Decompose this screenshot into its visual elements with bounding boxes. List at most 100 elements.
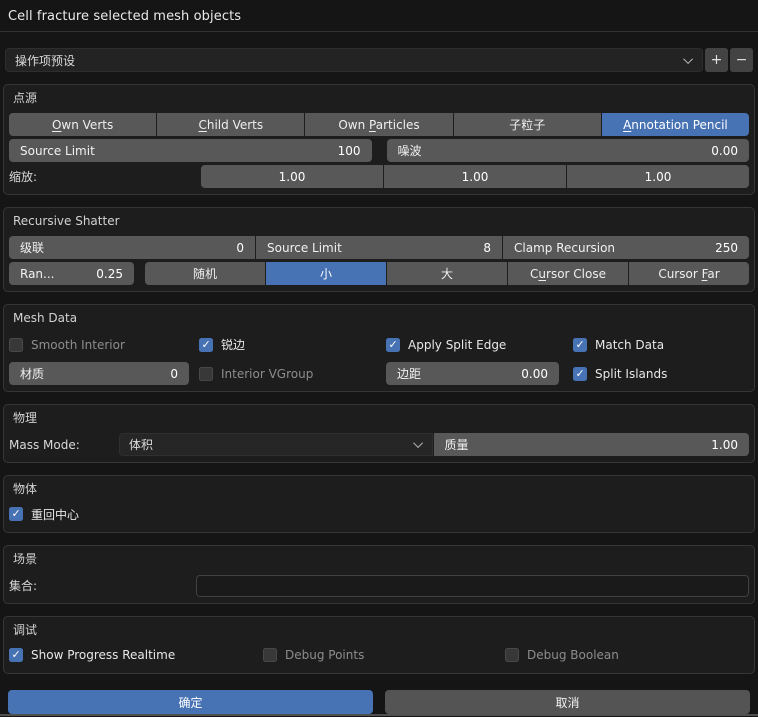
slider-label: Source Limit: [267, 241, 342, 255]
section-title-debug: 调试: [13, 622, 749, 638]
slider-value: 250: [715, 241, 738, 255]
checkbox-box: [573, 367, 587, 381]
slider-label: 材质: [20, 365, 44, 382]
slider-label: Ran...: [20, 267, 54, 281]
scale-z-field[interactable]: 1.00: [567, 165, 749, 188]
material-slider[interactable]: 材质 0: [9, 362, 189, 385]
slider-value: 100: [338, 144, 361, 158]
toggle-random[interactable]: 随机: [145, 262, 265, 285]
collection-input[interactable]: [196, 575, 749, 597]
section-scene: 场景 集合:: [3, 545, 755, 604]
checkbox-box: [263, 648, 277, 662]
checkbox-box: [199, 367, 213, 381]
section-title-physics: 物理: [13, 410, 749, 426]
cancel-button-label: 取消: [555, 694, 579, 711]
header-divider: [0, 31, 758, 32]
checkbox-box: [386, 338, 400, 352]
source-limit-slider[interactable]: Source Limit 100: [9, 139, 372, 162]
recenter-checkbox[interactable]: 重回中心: [9, 504, 79, 524]
window-bottom-edge: [0, 714, 758, 716]
section-object: 物体 重回中心: [3, 475, 755, 533]
clamp-recursion-slider[interactable]: Clamp Recursion 250: [503, 236, 749, 259]
checkbox-label: Show Progress Realtime: [31, 648, 175, 662]
scale-y-field[interactable]: 1.00: [384, 165, 566, 188]
recursion-source-limit-slider[interactable]: Source Limit 8: [256, 236, 502, 259]
debug-boolean-checkbox[interactable]: Debug Boolean: [505, 645, 619, 665]
operator-presets-dropdown[interactable]: 操作项预设: [5, 48, 703, 72]
toggle-annotation-pencil[interactable]: Annotation Pencil: [602, 113, 749, 136]
toggle-big[interactable]: 大: [387, 262, 507, 285]
toggle-cursor-close[interactable]: Cursor Close: [508, 262, 628, 285]
slider-label: 质量: [445, 436, 469, 453]
toggle-own-verts[interactable]: Own Verts: [9, 113, 156, 136]
section-title-point-source: 点源: [13, 90, 749, 106]
random-factor-slider[interactable]: Ran... 0.25: [9, 262, 134, 285]
checkbox-box: [199, 338, 213, 352]
checkbox-label: Smooth Interior: [31, 338, 125, 352]
toggle-label: Cursor Far: [658, 267, 719, 281]
section-title-mesh-data: Mesh Data: [13, 310, 749, 326]
sharp-edges-checkbox[interactable]: 锐边: [199, 333, 245, 356]
operator-presets-value: 操作项预设: [15, 52, 75, 69]
checkbox-box: [505, 648, 519, 662]
chevron-down-icon: [683, 54, 693, 64]
match-data-checkbox[interactable]: Match Data: [573, 333, 664, 356]
section-debug: 调试 Show Progress Realtime Debug Points D…: [3, 616, 755, 674]
section-title-scene: 场景: [13, 551, 749, 567]
noise-slider[interactable]: 噪波 0.00: [387, 139, 750, 162]
section-title-recursive-shatter: Recursive Shatter: [13, 213, 749, 229]
checkbox-box: [9, 338, 23, 352]
slider-label: Clamp Recursion: [514, 241, 615, 255]
checkbox-label: 锐边: [221, 336, 245, 353]
checkbox-label: Match Data: [595, 338, 664, 352]
checkbox-label: Interior VGroup: [221, 367, 313, 381]
toggle-small[interactable]: 小: [266, 262, 386, 285]
mass-mode-dropdown[interactable]: 体积: [119, 433, 433, 456]
cascade-slider[interactable]: 级联 0: [9, 236, 255, 259]
scale-x-field[interactable]: 1.00: [201, 165, 383, 188]
slider-value: 8: [483, 241, 491, 255]
slider-label: 噪波: [398, 142, 422, 159]
toggle-label: 小: [320, 265, 332, 282]
checkbox-label: Debug Boolean: [527, 648, 619, 662]
cancel-button[interactable]: 取消: [385, 690, 750, 714]
toggle-label: Cursor Close: [530, 267, 606, 281]
margin-slider[interactable]: 边距 0.00: [386, 362, 559, 385]
slider-value: 1.00: [711, 438, 738, 452]
recursion-fields: 级联 0 Source Limit 8 Clamp Recursion 250: [9, 236, 749, 259]
apply-split-edge-checkbox[interactable]: Apply Split Edge: [386, 333, 506, 356]
checkbox-box: [9, 507, 23, 521]
slider-value: 0: [170, 367, 178, 381]
slider-label: 边距: [397, 365, 421, 382]
slider-value: 0.00: [711, 144, 738, 158]
split-islands-checkbox[interactable]: Split Islands: [573, 362, 667, 385]
toggle-label: Own Verts: [52, 118, 113, 132]
add-preset-button[interactable]: +: [705, 48, 728, 72]
remove-preset-button[interactable]: −: [730, 48, 753, 72]
toggle-label: Own Particles: [338, 118, 419, 132]
debug-points-checkbox[interactable]: Debug Points: [263, 645, 364, 665]
checkbox-label: Apply Split Edge: [408, 338, 506, 352]
mass-slider[interactable]: 质量 1.00: [434, 433, 750, 456]
footer: 确定 取消: [8, 690, 750, 714]
interior-vgroup-checkbox[interactable]: Interior VGroup: [199, 362, 313, 385]
smooth-interior-checkbox[interactable]: Smooth Interior: [9, 333, 125, 356]
toggle-child-verts[interactable]: Child Verts: [157, 113, 304, 136]
toggle-child-particles[interactable]: 子粒子: [454, 113, 601, 136]
show-progress-realtime-checkbox[interactable]: Show Progress Realtime: [9, 645, 175, 665]
toggle-own-particles[interactable]: Own Particles: [305, 113, 452, 136]
toggle-cursor-far[interactable]: Cursor Far: [629, 262, 749, 285]
slider-value: 0.25: [96, 267, 123, 281]
checkbox-label: Debug Points: [285, 648, 364, 662]
chevron-down-icon: [413, 438, 423, 448]
checkbox-box: [573, 338, 587, 352]
toggle-label: 大: [441, 265, 453, 282]
toggle-label: Child Verts: [198, 118, 263, 132]
section-recursive-shatter: Recursive Shatter 级联 0 Source Limit 8 Cl…: [3, 207, 755, 292]
scale-fields: 1.00 1.00 1.00: [201, 165, 749, 188]
scale-label: 缩放:: [9, 165, 201, 188]
slider-value: 0.00: [521, 367, 548, 381]
recursion-source-group: 随机 小 大 Cursor Close Cursor Far: [145, 262, 749, 285]
ok-button[interactable]: 确定: [8, 690, 373, 714]
section-point-source: 点源 Own Verts Child Verts Own Particles 子…: [3, 84, 755, 195]
